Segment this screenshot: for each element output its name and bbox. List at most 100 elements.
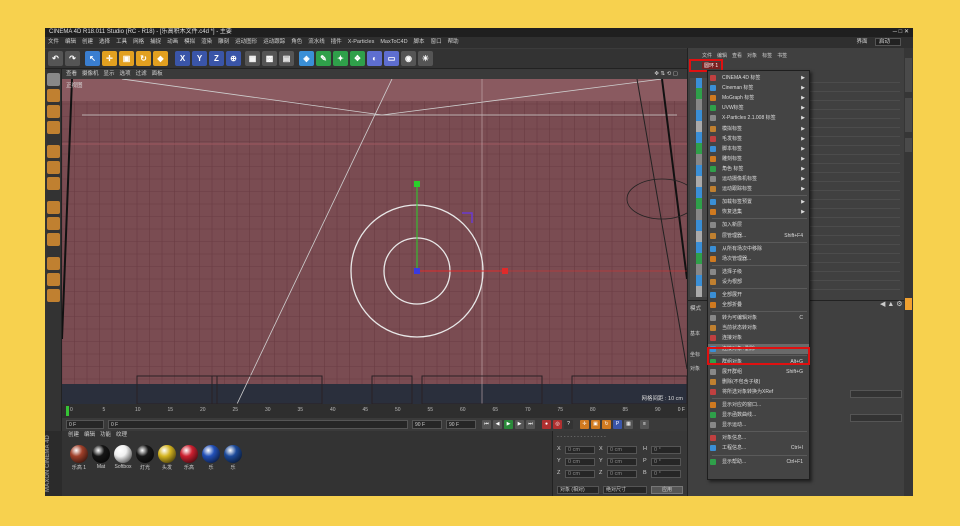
- keyframe-selection-icon[interactable]: ?: [564, 420, 573, 429]
- object-row-icon[interactable]: [690, 264, 708, 275]
- object-row-icon[interactable]: [690, 275, 708, 286]
- viewport-nav-icons[interactable]: ✥ ⇅ ⟲ ▢: [654, 69, 678, 79]
- context-menu-item[interactable]: 显示运动...: [708, 420, 809, 430]
- menu-1[interactable]: 编辑: [65, 39, 76, 45]
- layout-selector[interactable]: 界面 启动: [853, 37, 904, 48]
- viewport-menu-2[interactable]: 显示: [104, 71, 115, 77]
- timeline[interactable]: 0 F 0 5 10 15 20 25 30 35 40 45 50 55 60 65 70 75 80 85 90: [62, 404, 687, 418]
- menu-4[interactable]: 工具: [116, 39, 127, 45]
- timeline-menu-icon[interactable]: ≡: [640, 420, 649, 429]
- key-position-icon[interactable]: ✛: [580, 420, 589, 429]
- coord-rot-x[interactable]: 0 °: [651, 446, 681, 454]
- object-row-icon[interactable]: [690, 286, 708, 297]
- side-tab-objects[interactable]: [905, 58, 912, 92]
- object-row-icon[interactable]: [690, 132, 708, 143]
- menu-5[interactable]: 网格: [133, 39, 144, 45]
- axis-mode-icon[interactable]: [47, 201, 60, 214]
- context-menu-item[interactable]: MoGraph 标签 ▶: [708, 93, 809, 103]
- context-menu-item[interactable]: 展开群组 Shift+G: [708, 367, 809, 377]
- menu-13[interactable]: 角色: [291, 39, 302, 45]
- autokey-icon[interactable]: ◎: [553, 420, 562, 429]
- context-menu-item[interactable]: 角色 标签 ▶: [708, 164, 809, 174]
- size-mode-select[interactable]: 绝对尺寸: [603, 486, 647, 494]
- material-swatch[interactable]: 乐: [222, 445, 244, 471]
- om-tab-5[interactable]: 书签: [777, 53, 787, 59]
- viewport-menu-5[interactable]: 面板: [152, 71, 163, 77]
- tweak-mode-icon[interactable]: [47, 217, 60, 230]
- selected-object-label[interactable]: 圆环 1: [702, 62, 721, 69]
- coord-size-y[interactable]: 0 cm: [607, 458, 637, 466]
- context-menu-item[interactable]: 删除(不包含子级): [708, 377, 809, 387]
- attr-nav-icons[interactable]: ◀ ▲ ⚙: [880, 300, 902, 308]
- menu-18[interactable]: 脚本: [414, 39, 425, 45]
- render-picture-icon[interactable]: ▩: [262, 51, 277, 66]
- edges-mode-icon[interactable]: [47, 161, 60, 174]
- viewport-menu-3[interactable]: 选项: [120, 71, 131, 77]
- context-menu-item[interactable]: 全部展开: [708, 290, 809, 300]
- apply-button[interactable]: 应用: [651, 486, 683, 494]
- context-menu-item[interactable]: 当前状态转对象: [708, 323, 809, 333]
- attr-tab-basic[interactable]: 基本: [690, 330, 700, 337]
- y-axis-lock-button[interactable]: Y: [192, 51, 207, 66]
- context-menu-item[interactable]: 将所选对象转换为XRef: [708, 387, 809, 397]
- object-row-icon[interactable]: [690, 209, 708, 220]
- context-menu-item[interactable]: 全部折叠: [708, 300, 809, 310]
- object-row-icon[interactable]: [690, 198, 708, 209]
- coordinate-system-icon[interactable]: ⊕: [226, 51, 241, 66]
- menu-6[interactable]: 捕捉: [150, 39, 161, 45]
- polygons-mode-icon[interactable]: [47, 177, 60, 190]
- context-menu-item[interactable]: 层管理器... Shift+F4: [708, 231, 809, 241]
- context-menu-item[interactable]: 工程信息... Ctrl+I: [708, 443, 809, 453]
- scale-icon[interactable]: ▣: [119, 51, 134, 66]
- viewport-menu-0[interactable]: 查看: [66, 71, 77, 77]
- material-menu-1[interactable]: 编辑: [84, 432, 95, 438]
- context-menu-item[interactable]: 转为可编辑对象 C: [708, 313, 809, 323]
- next-key-icon[interactable]: ▶: [515, 420, 524, 429]
- menu-20[interactable]: 帮助: [448, 39, 459, 45]
- coord-pos-x[interactable]: 0 cm: [565, 446, 595, 454]
- context-menu-item[interactable]: 设为根部: [708, 277, 809, 287]
- viewport-menu-4[interactable]: 过滤: [136, 71, 147, 77]
- object-row-icon[interactable]: [690, 231, 708, 242]
- context-menu-item[interactable]: 显示函数曲线...: [708, 410, 809, 420]
- viewport[interactable]: 正视图 网格间距 : 10 cm: [62, 79, 687, 404]
- object-row-icon[interactable]: [690, 88, 708, 99]
- material-swatch[interactable]: 头发: [156, 445, 178, 471]
- menu-19[interactable]: 窗口: [431, 39, 442, 45]
- context-menu-item[interactable]: 显示帮助... Ctrl+F1: [708, 457, 809, 467]
- context-menu-item[interactable]: 对象信息...: [708, 433, 809, 443]
- light-icon[interactable]: ☀: [418, 51, 433, 66]
- record-icon[interactable]: ●: [542, 420, 551, 429]
- cube-icon[interactable]: ◈: [299, 51, 314, 66]
- recent-tool-icon[interactable]: ◆: [153, 51, 168, 66]
- start-frame-field[interactable]: 0 F: [66, 420, 104, 429]
- menu-8[interactable]: 模拟: [184, 39, 195, 45]
- scene-floor-icon[interactable]: ▭: [384, 51, 399, 66]
- coord-rot-y[interactable]: 0 °: [651, 458, 681, 466]
- material-swatch[interactable]: 灯光: [134, 445, 156, 471]
- key-pla-icon[interactable]: ▦: [624, 420, 633, 429]
- context-menu-item[interactable]: 模拟标签 ▶: [708, 124, 809, 134]
- workplane-icon[interactable]: [47, 121, 60, 134]
- material-menu-3[interactable]: 纹理: [116, 432, 127, 438]
- preview-end-field[interactable]: 90 F: [446, 420, 476, 429]
- coord-size-z[interactable]: 0 cm: [607, 470, 637, 478]
- context-menu-item[interactable]: 雕刻标签 ▶: [708, 154, 809, 164]
- make-editable-icon[interactable]: [47, 73, 60, 86]
- material-swatch[interactable]: 乐高: [178, 445, 200, 471]
- material-swatch[interactable]: Softbox: [112, 445, 134, 470]
- coord-rot-z[interactable]: 0 °: [651, 470, 681, 478]
- workplane-lock-icon[interactable]: [47, 289, 60, 302]
- rotate-icon[interactable]: ↻: [136, 51, 151, 66]
- move-icon[interactable]: ✛: [102, 51, 117, 66]
- coord-size-x[interactable]: 0 cm: [607, 446, 637, 454]
- select-arrow-icon[interactable]: ↖: [85, 51, 100, 66]
- snap-icon[interactable]: [47, 233, 60, 246]
- menu-17[interactable]: MaxToC4D: [380, 39, 407, 45]
- context-menu-item[interactable]: 选择子级: [708, 267, 809, 277]
- attr-tab-coord[interactable]: 坐标: [690, 351, 700, 358]
- menu-3[interactable]: 选择: [99, 39, 110, 45]
- object-row-icon[interactable]: [690, 242, 708, 253]
- x-axis-lock-button[interactable]: X: [175, 51, 190, 66]
- attr-dropdown-2[interactable]: [850, 414, 902, 422]
